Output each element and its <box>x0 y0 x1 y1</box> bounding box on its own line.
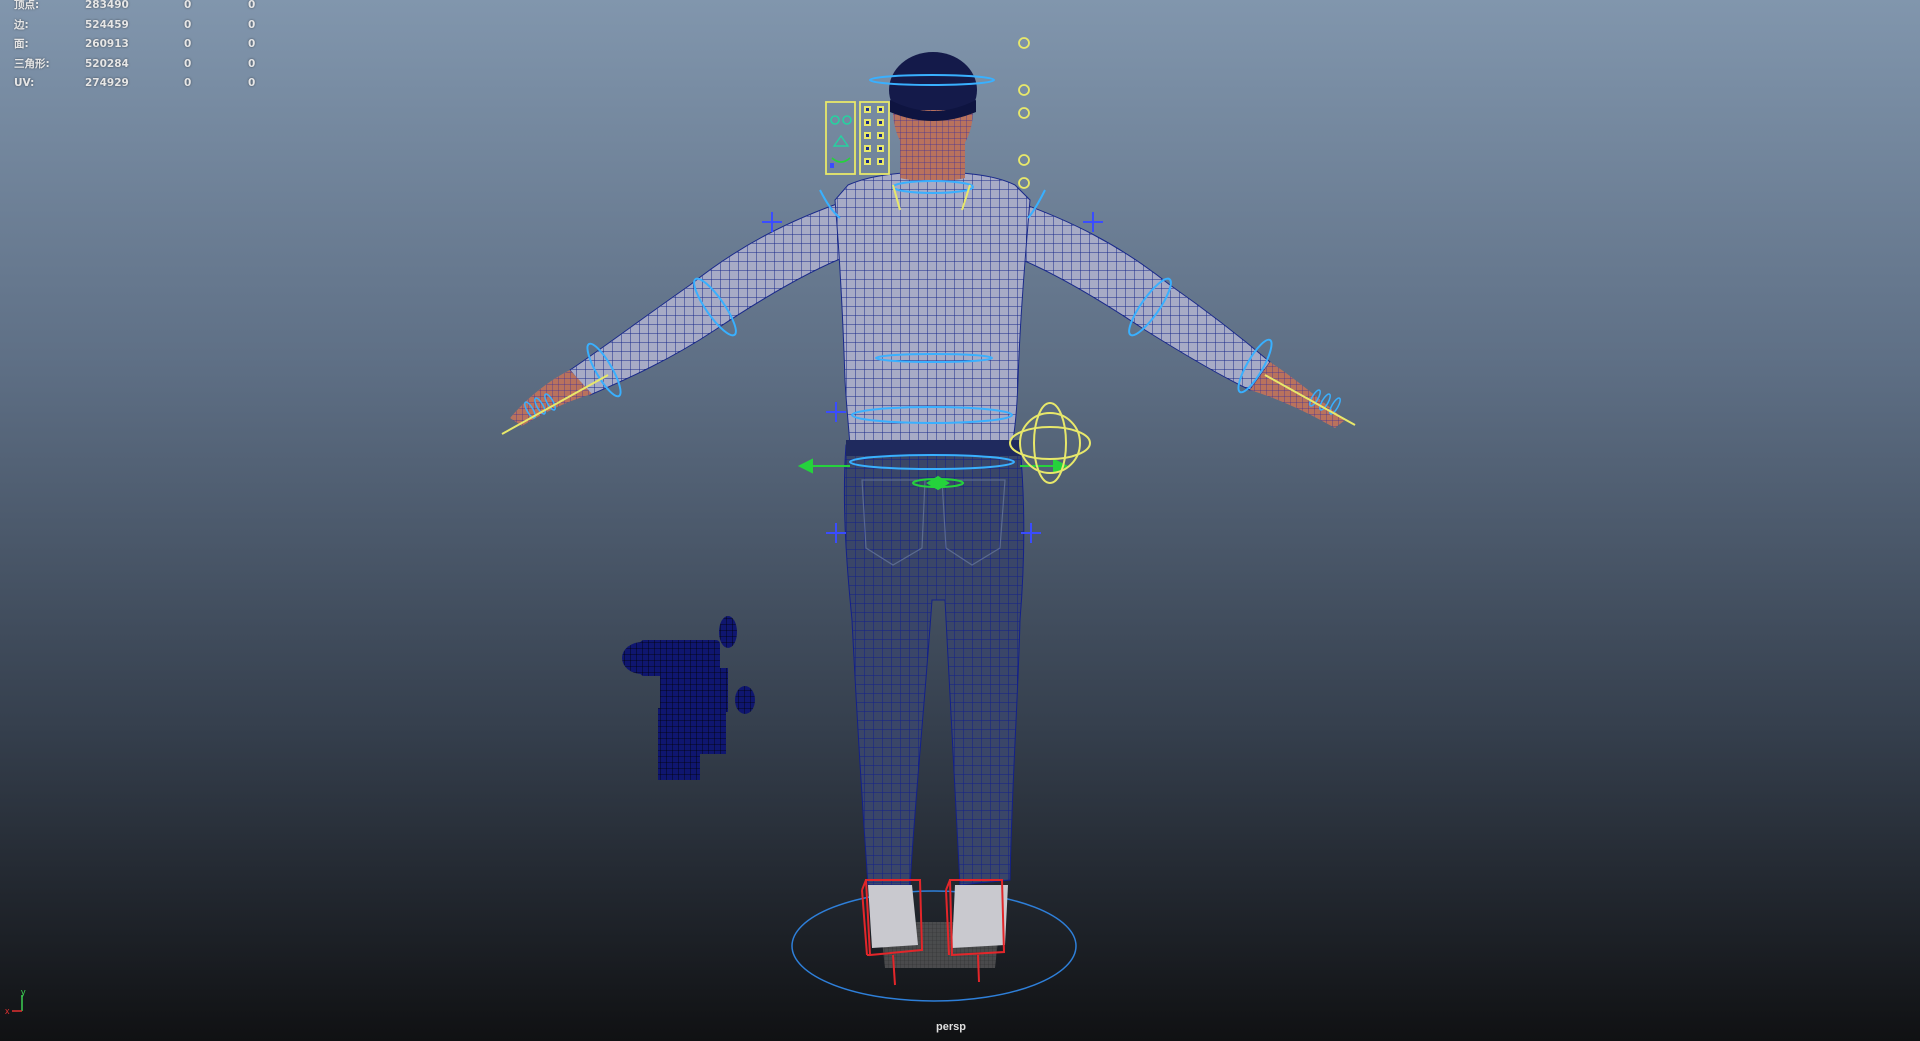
maya-viewport[interactable]: 顶点: 283490 0 0 边: 524459 0 0 面: 260913 0… <box>0 0 1920 1041</box>
facial-attribute-dots[interactable] <box>1018 37 1030 189</box>
left-sleeve <box>569 199 851 396</box>
hud-triangles: 0 <box>248 0 256 11</box>
hud-selected: 0 <box>184 57 192 70</box>
hud-selected: 0 <box>184 0 192 11</box>
hud-total: 260913 <box>85 38 129 51</box>
jeans <box>843 444 1025 886</box>
hud-selected: 0 <box>184 38 192 51</box>
hud-label: 面: <box>14 38 29 51</box>
scene-canvas[interactable] <box>0 0 1920 1041</box>
hud-total: 283490 <box>85 0 129 11</box>
right-shoe <box>952 885 1008 948</box>
hud-total: 520284 <box>85 57 129 70</box>
face-control-panel-icon[interactable] <box>825 101 890 175</box>
hud-label: UV: <box>14 77 35 90</box>
hud-triangles: 0 <box>248 18 256 31</box>
hud-selected: 0 <box>184 18 192 31</box>
hud-triangles: 0 <box>248 57 256 70</box>
axis-gizmo-icon: y x <box>5 987 26 1016</box>
character-mesh[interactable] <box>510 52 1345 948</box>
hud-label: 边: <box>14 18 29 31</box>
hud-label: 顶点: <box>14 0 40 11</box>
hud-total: 524459 <box>85 18 129 31</box>
hud-triangles: 0 <box>248 38 256 51</box>
right-sleeve <box>1009 199 1271 391</box>
axis-y-label: y <box>21 987 26 997</box>
axis-x-label: x <box>5 1006 10 1016</box>
hud-total: 274929 <box>85 77 129 90</box>
hud-triangles: 0 <box>248 77 256 90</box>
hud-label: 三角形: <box>14 57 50 70</box>
left-shoe <box>868 885 918 948</box>
hud-selected: 0 <box>184 77 192 90</box>
shirt-torso <box>834 171 1031 446</box>
camera-name-label: persp <box>936 1021 966 1033</box>
camera-prop-icon[interactable] <box>622 616 755 780</box>
belt <box>846 440 1020 456</box>
